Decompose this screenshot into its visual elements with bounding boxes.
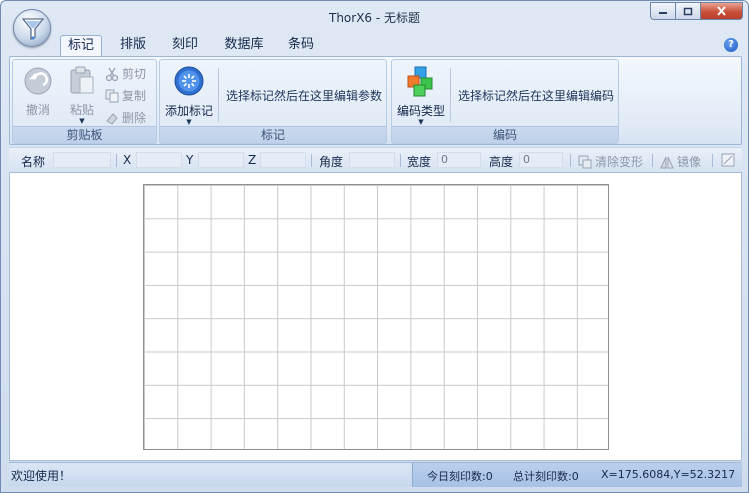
x-label: X: [123, 153, 132, 167]
delete-label: 删除: [122, 111, 147, 125]
width-input[interactable]: 0: [437, 152, 481, 168]
window-controls: [650, 2, 743, 20]
paste-button[interactable]: 粘贴 ▼: [61, 66, 103, 125]
total-count: 总计刻印数:0: [513, 470, 579, 483]
paste-icon: [70, 66, 94, 94]
ribbon-tabs: 标记 排版 刻印 数据库 条码 ?: [1, 32, 748, 57]
canvas-area[interactable]: [9, 172, 742, 461]
today-count: 今日刻印数:0: [427, 470, 493, 483]
cursor-coordinates: X=175.6084,Y=52.3217: [601, 468, 736, 481]
add-mark-icon: [174, 66, 204, 96]
y-label: Y: [186, 153, 194, 167]
code-group-label: 编码: [392, 126, 618, 143]
ribbon-panel: 撤消 粘贴 ▼ 剪切 复制 删除 剪贴板 添加标记 ▼ 选择标记然后在这里编辑参…: [9, 56, 742, 145]
app-menu-button[interactable]: [13, 9, 51, 47]
eraser-icon: [106, 112, 118, 125]
height-input[interactable]: 0: [519, 152, 563, 168]
paste-label: 粘贴: [69, 103, 94, 117]
z-label: Z: [248, 153, 257, 167]
code-separator: [450, 68, 451, 122]
paste-dropdown-icon: ▼: [79, 117, 85, 125]
mark-hint-text: 选择标记然后在这里编辑参数: [226, 89, 383, 103]
mirror-label: 镜像: [677, 155, 702, 169]
undo-icon: [24, 67, 52, 95]
copy-label: 复制: [122, 89, 147, 103]
name-input[interactable]: [53, 152, 111, 168]
mark-group: 添加标记 ▼ 选择标记然后在这里编辑参数 标记: [159, 59, 387, 144]
clipboard-group: 撤消 粘贴 ▼ 剪切 复制 删除 剪贴板: [12, 59, 157, 144]
z-input[interactable]: [260, 152, 306, 168]
minimize-icon: [659, 12, 667, 14]
tab-barcode[interactable]: 条码: [281, 35, 321, 57]
title-bar: ThorX6 - 无标题: [1, 1, 748, 47]
name-label: 名称: [21, 155, 46, 169]
cut-button[interactable]: 剪切: [105, 65, 146, 82]
mark-separator: [218, 68, 219, 122]
angle-label: 角度: [319, 155, 344, 169]
divider: [311, 154, 312, 167]
code-type-label: 编码类型: [396, 104, 445, 118]
close-icon: [717, 6, 726, 16]
tab-mark[interactable]: 标记: [60, 35, 102, 57]
undo-label: 撤消: [25, 103, 50, 117]
app-window: ThorX6 - 无标题 标记 排版 刻印 数据库 条码 ? 撤消 粘贴 ▼ 剪…: [0, 0, 749, 493]
code-hint-text: 选择标记然后在这里编辑编码: [458, 89, 615, 103]
angle-input[interactable]: [349, 152, 395, 168]
cut-label: 剪切: [122, 67, 147, 81]
add-mark-dropdown-icon: ▼: [186, 118, 192, 126]
add-mark-button[interactable]: 添加标记 ▼: [163, 65, 215, 126]
clear-transform-button[interactable]: 清除变形: [578, 153, 643, 170]
status-counters: 今日刻印数:0 总计刻印数:0 X=175.6084,Y=52.3217: [412, 463, 742, 487]
transform-options-icon: [721, 153, 735, 167]
minimize-button[interactable]: [650, 2, 675, 20]
height-label: 高度: [489, 155, 514, 169]
scissors-icon: [105, 67, 119, 81]
code-type-dropdown-icon: ▼: [418, 118, 424, 126]
close-button[interactable]: [700, 2, 743, 20]
divider: [116, 154, 117, 167]
clipboard-group-label: 剪贴板: [13, 126, 156, 143]
y-input[interactable]: [198, 152, 244, 168]
code-type-button[interactable]: 编码类型 ▼: [395, 65, 447, 126]
welcome-message: 欢迎使用！: [11, 469, 72, 483]
width-label: 宽度: [407, 155, 432, 169]
app-logo-icon: [22, 18, 44, 41]
clear-transform-label: 清除变形: [595, 155, 644, 169]
x-input[interactable]: [136, 152, 182, 168]
divider: [570, 154, 571, 167]
code-group: 编码类型 ▼ 选择标记然后在这里编辑编码 编码: [391, 59, 619, 144]
code-type-icon: [407, 66, 433, 97]
copy-icon: [105, 89, 119, 102]
tab-layout[interactable]: 排版: [113, 35, 153, 57]
divider: [400, 154, 401, 167]
tab-database[interactable]: 数据库: [219, 35, 269, 57]
maximize-icon: [683, 7, 693, 15]
help-icon[interactable]: ?: [724, 38, 738, 52]
mirror-icon: [660, 156, 674, 168]
tab-engrave[interactable]: 刻印: [165, 35, 205, 57]
clear-transform-icon: [578, 155, 592, 168]
delete-button[interactable]: 删除: [105, 109, 146, 126]
copy-button[interactable]: 复制: [105, 87, 146, 104]
undo-button[interactable]: 撤消: [17, 66, 59, 118]
divider: [652, 154, 653, 167]
marking-area-grid[interactable]: [143, 184, 609, 450]
divider: [712, 154, 713, 167]
mark-group-label: 标记: [160, 126, 386, 143]
property-bar: 名称 X Y Z 角度 宽度 0 高度 0 清除变形 镜像: [9, 147, 742, 171]
status-bar: 欢迎使用！ 今日刻印数:0 总计刻印数:0 X=175.6084,Y=52.32…: [9, 462, 742, 487]
mirror-button[interactable]: 镜像: [660, 153, 701, 170]
add-mark-label: 添加标记: [164, 104, 213, 118]
transform-options-button[interactable]: [721, 153, 735, 167]
maximize-button[interactable]: [675, 2, 700, 20]
window-title: ThorX6 - 无标题: [328, 11, 421, 25]
